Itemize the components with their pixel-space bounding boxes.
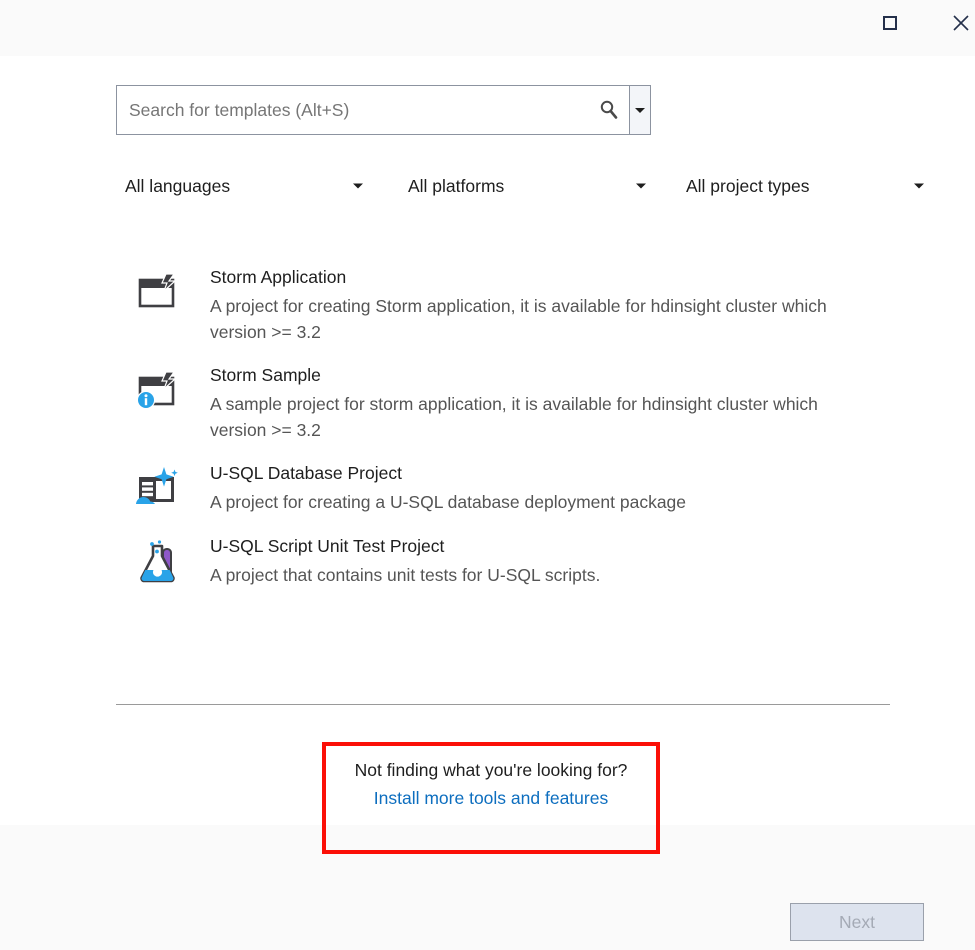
filter-platforms-label: All platforms <box>408 175 505 196</box>
close-button[interactable] <box>938 0 975 46</box>
not-finding-question: Not finding what you're looking for? <box>354 760 628 780</box>
storm-application-icon <box>134 268 182 316</box>
usql-database-project-icon <box>134 464 182 512</box>
list-item-text: U-SQL Database Project A project for cre… <box>210 457 686 516</box>
filter-project-types[interactable]: All project types <box>686 166 944 206</box>
title-bar <box>0 0 975 56</box>
install-more-tools-link[interactable]: Install more tools and features <box>374 784 608 812</box>
maximize-button[interactable] <box>867 0 913 46</box>
filter-bar: All languages All platforms All project … <box>116 166 924 206</box>
search-history-dropdown-button[interactable] <box>629 86 650 134</box>
template-title: U-SQL Script Unit Test Project <box>210 535 445 556</box>
maximize-square-icon <box>883 16 897 30</box>
list-item-text: U-SQL Script Unit Test Project A project… <box>210 530 600 589</box>
usql-unit-test-flask-icon <box>134 537 182 585</box>
storm-sample-info-icon <box>134 366 182 414</box>
filter-languages[interactable]: All languages <box>125 166 393 206</box>
template-title: Storm Application <box>210 267 347 287</box>
chevron-down-icon <box>353 183 363 189</box>
template-description: A project for creating Storm application… <box>210 296 827 342</box>
template-list: Storm Application A project for creating… <box>116 261 916 602</box>
chevron-down-icon <box>635 107 645 113</box>
template-title: U-SQL Database Project <box>210 463 402 483</box>
search-box[interactable] <box>116 85 651 135</box>
chevron-down-icon <box>914 183 924 189</box>
template-title: Storm Sample <box>210 365 321 385</box>
list-item[interactable]: Storm Application A project for creating… <box>116 261 916 345</box>
divider <box>116 704 890 705</box>
list-item[interactable]: Storm Sample A sample project for storm … <box>116 359 916 443</box>
search-input[interactable] <box>117 86 589 134</box>
list-item[interactable]: U-SQL Script Unit Test Project A project… <box>116 530 916 589</box>
list-item-text: Storm Application A project for creating… <box>210 261 865 345</box>
close-x-icon <box>953 15 969 31</box>
list-item-text: Storm Sample A sample project for storm … <box>210 359 865 443</box>
template-description: A project for creating a U-SQL database … <box>210 492 687 512</box>
template-selection-panel: All languages All platforms All project … <box>0 56 975 825</box>
list-item[interactable]: U-SQL Database Project A project for cre… <box>116 457 916 516</box>
template-description: A sample project for storm application, … <box>210 394 818 440</box>
next-button[interactable]: Next <box>790 903 924 941</box>
filter-languages-label: All languages <box>125 175 231 196</box>
template-description: A project that contains unit tests for U… <box>210 564 601 585</box>
search-magnifier-icon <box>600 100 618 119</box>
filter-platforms[interactable]: All platforms <box>408 166 676 206</box>
filter-project-types-label: All project types <box>686 175 810 196</box>
search-button[interactable] <box>589 86 629 134</box>
not-finding-block: Not finding what you're looking for? Ins… <box>322 756 660 812</box>
chevron-down-icon <box>636 183 646 189</box>
